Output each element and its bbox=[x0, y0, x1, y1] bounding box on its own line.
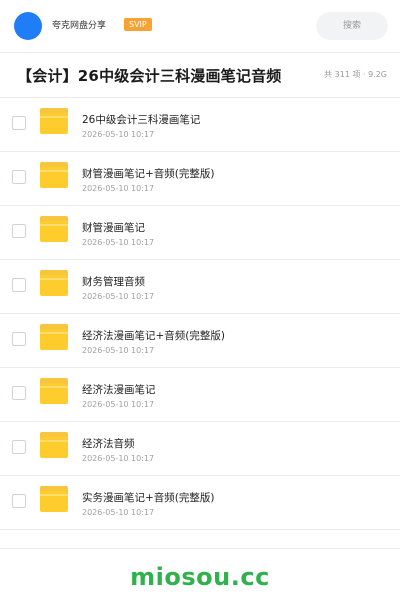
list-item[interactable]: 经济法音频 2026-05-10 10:17 bbox=[0, 422, 400, 476]
file-list: 26中级会计三科漫画笔记 2026-05-10 10:17 财管漫画笔记+音频(… bbox=[0, 98, 400, 530]
folder-icon bbox=[40, 324, 68, 350]
folder-icon bbox=[40, 270, 68, 296]
folder-icon bbox=[40, 108, 68, 134]
list-item[interactable]: 经济法漫画笔记+音频(完整版) 2026-05-10 10:17 bbox=[0, 314, 400, 368]
item-date: 2026-05-10 10:17 bbox=[82, 238, 155, 247]
top-bar: 夸克网盘分享 SVIP 搜索 bbox=[0, 0, 400, 53]
folder-icon bbox=[40, 432, 68, 458]
folder-icon bbox=[40, 486, 68, 512]
item-name[interactable]: 财管漫画笔记+音频(完整版) bbox=[82, 166, 215, 181]
checkbox[interactable] bbox=[12, 440, 26, 454]
list-item[interactable]: 财管漫画笔记+音频(完整版) 2026-05-10 10:17 bbox=[0, 152, 400, 206]
checkbox[interactable] bbox=[12, 494, 26, 508]
avatar[interactable] bbox=[14, 12, 42, 40]
item-name[interactable]: 实务漫画笔记+音频(完整版) bbox=[82, 490, 215, 505]
checkbox[interactable] bbox=[12, 116, 26, 130]
item-name[interactable]: 经济法音频 bbox=[82, 436, 135, 451]
list-item[interactable]: 财管漫画笔记 2026-05-10 10:17 bbox=[0, 206, 400, 260]
item-count-size: 共 311 项 · 9.2G bbox=[324, 70, 387, 79]
share-header: 【会计】26中级会计三科漫画笔记音频 共 311 项 · 9.2G bbox=[0, 53, 400, 98]
checkbox[interactable] bbox=[12, 332, 26, 346]
app-name: 夸克网盘分享 bbox=[52, 21, 107, 31]
item-date: 2026-05-10 10:17 bbox=[82, 346, 155, 355]
checkbox[interactable] bbox=[12, 386, 26, 400]
item-name[interactable]: 经济法漫画笔记+音频(完整版) bbox=[82, 328, 225, 343]
list-item[interactable]: 26中级会计三科漫画笔记 2026-05-10 10:17 bbox=[0, 98, 400, 152]
item-name[interactable]: 财务管理音频 bbox=[82, 274, 145, 289]
item-date: 2026-05-10 10:17 bbox=[82, 130, 155, 139]
item-date: 2026-05-10 10:17 bbox=[82, 508, 155, 517]
footer: miosou.cc bbox=[0, 548, 400, 601]
list-item[interactable]: 实务漫画笔记+音频(完整版) 2026-05-10 10:17 bbox=[0, 476, 400, 530]
folder-icon bbox=[40, 216, 68, 242]
checkbox[interactable] bbox=[12, 170, 26, 184]
folder-icon bbox=[40, 162, 68, 188]
page-title: 【会计】26中级会计三科漫画笔记音频 bbox=[17, 67, 282, 85]
item-name[interactable]: 26中级会计三科漫画笔记 bbox=[82, 112, 200, 127]
item-date: 2026-05-10 10:17 bbox=[82, 292, 155, 301]
folder-icon bbox=[40, 378, 68, 404]
list-item[interactable]: 财务管理音频 2026-05-10 10:17 bbox=[0, 260, 400, 314]
item-name[interactable]: 经济法漫画笔记 bbox=[82, 382, 156, 397]
checkbox[interactable] bbox=[12, 278, 26, 292]
svip-badge[interactable]: SVIP bbox=[124, 18, 152, 31]
list-item[interactable]: 经济法漫画笔记 2026-05-10 10:17 bbox=[0, 368, 400, 422]
checkbox[interactable] bbox=[12, 224, 26, 238]
item-date: 2026-05-10 10:17 bbox=[82, 454, 155, 463]
item-name[interactable]: 财管漫画笔记 bbox=[82, 220, 145, 235]
search-button[interactable]: 搜索 bbox=[316, 12, 388, 40]
watermark: miosou.cc bbox=[130, 563, 270, 591]
item-date: 2026-05-10 10:17 bbox=[82, 184, 155, 193]
item-date: 2026-05-10 10:17 bbox=[82, 400, 155, 409]
